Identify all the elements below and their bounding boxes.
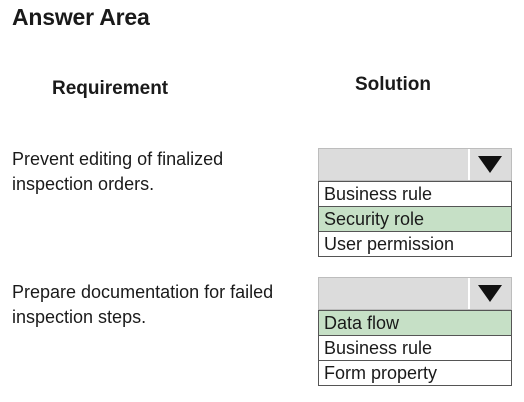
triangle-down-icon [478,156,502,173]
requirement-2-line-2: inspection steps. [12,307,147,327]
dropdown-2-header[interactable] [318,277,512,310]
solution-dropdown-2[interactable]: Data flow Business rule Form property [318,277,512,386]
dropdown-2-option-business-rule[interactable]: Business rule [319,336,511,361]
dropdown-1-options-list: Business rule Security role User permiss… [318,181,512,257]
requirement-1-line-2: inspection orders. [12,174,155,194]
dropdown-2-value-field[interactable] [319,278,468,309]
requirement-text-1: Prevent editing of finalized inspection … [12,147,312,197]
dropdown-1-option-business-rule[interactable]: Business rule [319,182,511,207]
requirement-1-line-1: Prevent editing of finalized [12,149,224,169]
dropdown-1-toggle-button[interactable] [468,149,511,180]
triangle-down-icon [478,285,502,302]
dropdown-2-options-list: Data flow Business rule Form property [318,310,512,386]
answer-area-title: Answer Area [12,4,150,30]
dropdown-1-header[interactable] [318,148,512,181]
dropdown-1-option-security-role[interactable]: Security role [319,207,511,232]
dropdown-1-value-field[interactable] [319,149,468,180]
dropdown-2-option-data-flow[interactable]: Data flow [319,311,511,336]
solution-dropdown-1[interactable]: Business rule Security role User permiss… [318,148,512,257]
solution-column-header: Solution [355,74,431,95]
dropdown-2-toggle-button[interactable] [468,278,511,309]
dropdown-1-option-user-permission[interactable]: User permission [319,232,511,256]
requirement-column-header: Requirement [52,78,169,99]
requirement-2-line-1: Prepare documentation for failed [12,282,274,302]
dropdown-2-option-form-property[interactable]: Form property [319,361,511,385]
requirement-text-2: Prepare documentation for failed inspect… [12,280,312,330]
